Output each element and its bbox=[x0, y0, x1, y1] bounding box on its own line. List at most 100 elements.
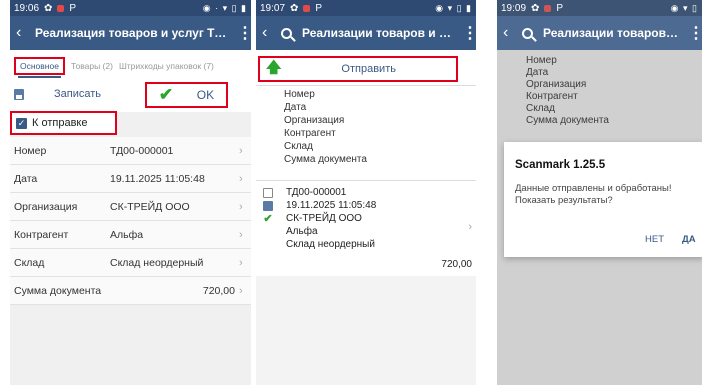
checkbox-checked-icon[interactable]: ✓ bbox=[16, 117, 27, 129]
column-header: Контрагент bbox=[284, 128, 336, 139]
send-checkbox-label: К отправке bbox=[32, 117, 88, 129]
tab-goods[interactable]: Товары (2) bbox=[71, 61, 113, 71]
column-header: Номер bbox=[284, 89, 315, 100]
column-header: Сумма документа bbox=[284, 154, 367, 165]
status-bar: 19:07 ✿ P ◉ ▾ ▯ ▮ bbox=[256, 0, 476, 16]
back-icon[interactable]: ‹ bbox=[262, 24, 274, 42]
upload-arrow-icon: 🡅 bbox=[266, 58, 282, 76]
empty-list-area bbox=[256, 276, 476, 385]
field-value: Склад неордерный bbox=[110, 256, 204, 269]
field-sum[interactable]: Сумма документа 720,00 › bbox=[10, 277, 251, 305]
field-label: Склад bbox=[14, 256, 45, 269]
search-icon[interactable] bbox=[281, 27, 292, 39]
tab-barcodes[interactable]: Штрихкоды упаковок (7) bbox=[119, 61, 214, 71]
chevron-right-icon: › bbox=[239, 144, 243, 157]
tab-bar: Основное Товары (2) Штрихкоды упаковок (… bbox=[10, 50, 251, 82]
field-value: ТД00-000001 bbox=[110, 144, 174, 157]
field-label: Контрагент bbox=[14, 228, 69, 241]
system-status-icons: ◉ · ▾ ▯ ▮ bbox=[202, 2, 247, 13]
document-organization: СК-ТРЕЙД ООО bbox=[286, 213, 362, 224]
send-label: Отправить bbox=[341, 63, 396, 75]
settings-icon: ✿ bbox=[290, 2, 299, 14]
more-menu-icon[interactable]: ⋮ bbox=[237, 23, 251, 43]
field-value: Альфа bbox=[110, 228, 144, 241]
column-headers: Номер Дата Организация Контрагент Склад … bbox=[284, 88, 367, 166]
tab-main[interactable]: Основное bbox=[18, 57, 61, 78]
yes-button[interactable]: ДА bbox=[682, 234, 696, 245]
chevron-right-icon: › bbox=[239, 284, 243, 297]
column-header: Дата bbox=[284, 102, 307, 113]
field-label: Дата bbox=[14, 172, 38, 185]
field-date[interactable]: Дата 19.11.2025 11:05:48 › bbox=[10, 165, 251, 193]
column-header: Организация bbox=[284, 115, 345, 126]
chevron-right-icon: › bbox=[239, 228, 243, 241]
no-button[interactable]: НЕТ bbox=[645, 234, 664, 245]
chevron-right-icon: › bbox=[239, 200, 243, 213]
field-number[interactable]: Номер ТД00-000001 › bbox=[10, 137, 251, 165]
chevron-right-icon: › bbox=[468, 221, 472, 233]
list-item[interactable]: ✔ ТД00-000001 19.11.2025 11:05:48 СК-ТРЕ… bbox=[256, 184, 476, 276]
field-counterparty[interactable]: Контрагент Альфа › bbox=[10, 221, 251, 249]
dialog-title: Scanmark 1.25.5 bbox=[515, 159, 606, 171]
ok-button[interactable]: ✔ OK bbox=[145, 82, 228, 108]
document-details: ТД00-000001 19.11.2025 11:05:48 СК-ТРЕЙД… bbox=[286, 186, 376, 251]
document-counterparty: Альфа bbox=[286, 226, 318, 237]
field-label: Номер bbox=[14, 144, 47, 157]
search-icon[interactable] bbox=[522, 27, 533, 39]
result-dialog: Scanmark 1.25.5 Данные отправлены и обра… bbox=[504, 142, 702, 257]
status-bar: 19:06 ✿ P ◉ · ▾ ▯ ▮ bbox=[10, 0, 251, 16]
check-icon: ✔ bbox=[263, 213, 273, 225]
screen-dialog: 19:09 ✿ P ◉ ▾ ▯ ‹ Реализации товаров и у… bbox=[497, 0, 702, 385]
column-header: Склад bbox=[284, 141, 313, 152]
page-title: Реализация товаров и услуг ТД... bbox=[35, 26, 230, 40]
app-icon: P bbox=[556, 2, 564, 14]
send-button[interactable]: 🡅 Отправить bbox=[258, 56, 458, 82]
notification-icon bbox=[544, 4, 552, 12]
form-toolbar: Записать ✔ OK bbox=[10, 82, 251, 112]
field-label: Организация bbox=[14, 200, 78, 213]
app-bar: ‹ Реализация товаров и услуг ТД... ⋮ bbox=[10, 16, 251, 50]
back-icon[interactable]: ‹ bbox=[16, 24, 28, 42]
app-icon: P bbox=[69, 2, 77, 14]
save-icon bbox=[14, 88, 24, 100]
status-time: 19:09 bbox=[501, 2, 527, 14]
status-time: 19:07 bbox=[260, 2, 286, 14]
settings-icon: ✿ bbox=[44, 2, 53, 14]
chevron-right-icon: › bbox=[239, 256, 243, 269]
status-icons: ✔ bbox=[261, 188, 275, 225]
tab-main-highlight: Основное bbox=[14, 57, 65, 78]
document-warehouse: Склад неордерный bbox=[286, 239, 375, 250]
field-list: Номер ТД00-000001 › Дата 19.11.2025 11:0… bbox=[10, 137, 251, 305]
field-warehouse[interactable]: Склад Склад неордерный › bbox=[10, 249, 251, 277]
field-value: 19.11.2025 11:05:48 bbox=[110, 172, 205, 185]
divider bbox=[256, 180, 476, 181]
app-icon: P bbox=[315, 2, 323, 14]
field-value: СК-ТРЕЙД ООО bbox=[110, 200, 190, 213]
notification-icon bbox=[303, 4, 311, 12]
more-menu-icon[interactable]: ⋮ bbox=[462, 23, 476, 43]
status-bar: 19:09 ✿ P ◉ ▾ ▯ bbox=[497, 0, 702, 16]
field-organization[interactable]: Организация СК-ТРЕЙД ООО › bbox=[10, 193, 251, 221]
send-checkbox-row[interactable]: ✓ К отправке bbox=[10, 111, 117, 135]
settings-icon: ✿ bbox=[531, 2, 540, 14]
divider bbox=[256, 85, 476, 86]
ok-label: OK bbox=[196, 88, 215, 102]
barcode-icon bbox=[263, 201, 273, 211]
document-number: ТД00-000001 bbox=[286, 187, 347, 198]
back-icon[interactable]: ‹ bbox=[503, 24, 515, 42]
app-bar: ‹ Реализации товаров и усл... ⋮ bbox=[256, 16, 476, 50]
system-status-icons: ◉ ▾ ▯ bbox=[670, 2, 698, 13]
chevron-right-icon: › bbox=[239, 172, 243, 185]
page-title: Реализации товаров и усл... bbox=[302, 26, 455, 40]
more-menu-icon[interactable]: ⋮ bbox=[688, 23, 702, 43]
page-title: Реализации товаров и усл... bbox=[543, 26, 681, 40]
document-sum: 720,00 bbox=[441, 259, 472, 270]
save-button[interactable]: Записать bbox=[14, 88, 101, 100]
screen-document-list: 19:07 ✿ P ◉ ▾ ▯ ▮ ‹ Реализации товаров и… bbox=[256, 0, 476, 385]
document-date: 19.11.2025 11:05:48 bbox=[286, 200, 377, 211]
app-bar: ‹ Реализации товаров и усл... ⋮ bbox=[497, 16, 702, 50]
save-label: Записать bbox=[54, 88, 102, 100]
field-label: Сумма документа bbox=[14, 284, 102, 297]
document-icon bbox=[263, 188, 273, 198]
notification-icon bbox=[57, 4, 65, 12]
